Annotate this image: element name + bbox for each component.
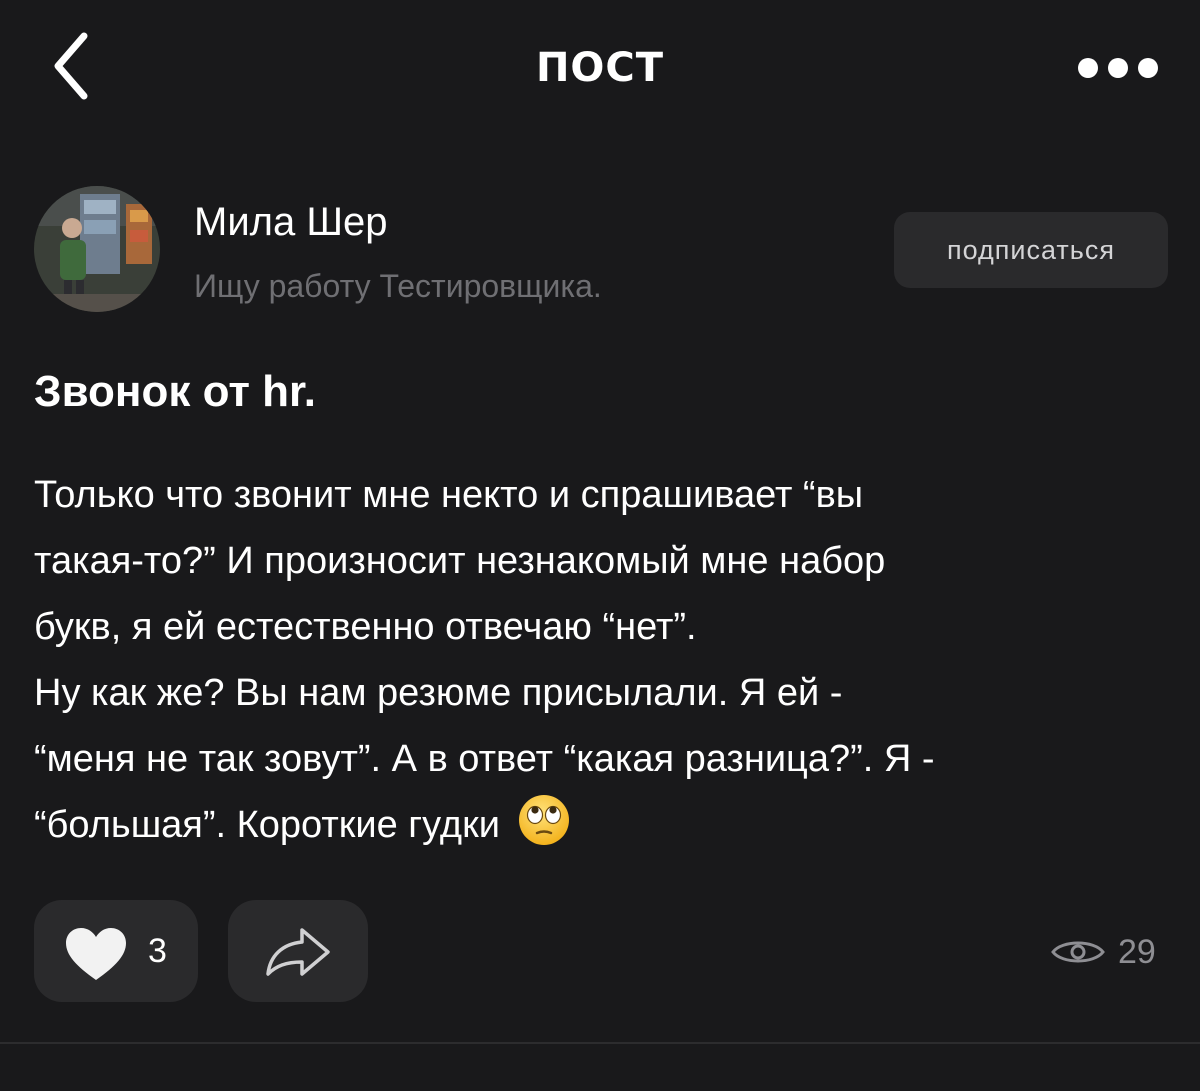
post-actions: 3 29	[0, 900, 1200, 1004]
more-button[interactable]	[1070, 50, 1170, 86]
post-title: Звонок от hr.	[34, 367, 316, 416]
post-body-line: “большая”. Короткие гудки	[34, 804, 500, 846]
post-body-line: такая-то?” И произносит незнакомый мне н…	[34, 540, 886, 582]
heart-icon	[66, 928, 126, 980]
author-name[interactable]: Мила Шер	[194, 198, 388, 246]
eye-roll-emoji-icon	[518, 795, 569, 845]
eye-icon	[1051, 941, 1105, 963]
views-count: 29	[1118, 933, 1156, 971]
post-body: Только что звонит мне некто и спрашивает…	[34, 462, 1174, 858]
post-body-line: Только что звонит мне некто и спрашивает…	[34, 474, 864, 516]
more-dots-icon	[1078, 58, 1158, 78]
views-counter: 29	[1050, 930, 1170, 974]
post-body-line: “меня не так зовут”. А в ответ “какая ра…	[34, 738, 935, 780]
author-status: Ищу работу Тестировщика.	[194, 268, 602, 304]
like-button[interactable]: 3	[34, 900, 198, 1002]
avatar-photo	[34, 186, 160, 312]
like-count: 3	[148, 932, 167, 970]
share-arrow-icon	[266, 928, 330, 976]
divider	[0, 1042, 1200, 1044]
author-row: Мила Шер Ищу работу Тестировщика. подпис…	[34, 186, 1174, 318]
top-bar: ПОСТ	[0, 0, 1200, 140]
post-body-line: Ну как же? Вы нам резюме присылали. Я ей…	[34, 672, 843, 714]
share-button[interactable]	[228, 900, 368, 1002]
post-body-last-line: “большая”. Короткие гудки	[34, 792, 1174, 858]
post-body-line: букв, я ей естественно отвечаю “нет”.	[34, 606, 697, 648]
avatar[interactable]	[34, 186, 160, 312]
page-title: ПОСТ	[535, 45, 665, 91]
subscribe-button[interactable]: подписаться	[894, 212, 1168, 288]
